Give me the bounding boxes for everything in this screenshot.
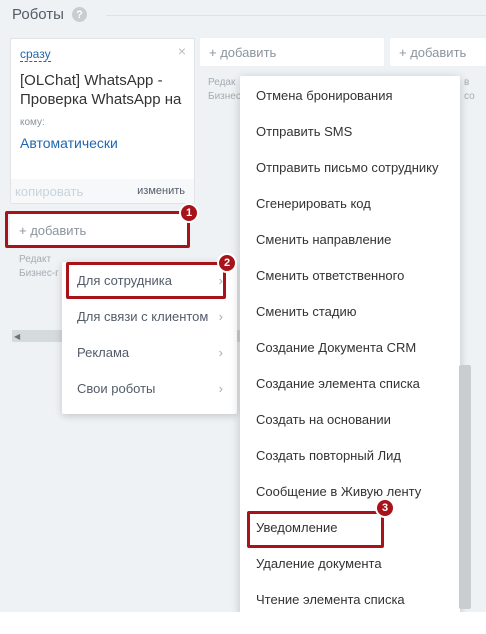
scroll-left-icon[interactable]: ◀ <box>14 332 20 341</box>
highlight-add-button <box>5 211 190 248</box>
stage-edit-label: Редакт <box>19 254 52 265</box>
stage-edit-label-3: в <box>464 77 470 88</box>
menu-item-label: Свои роботы <box>77 380 156 396</box>
menu-item-label: Для связи с клиентом <box>77 308 209 324</box>
menu-item-create-list-element[interactable]: Создание элемента списка <box>240 365 460 401</box>
robots-header: Роботы ? <box>12 6 87 23</box>
menu-item-send-sms[interactable]: Отправить SMS <box>240 113 460 149</box>
menu-item-send-email-employee[interactable]: Отправить письмо сотруднику <box>240 149 460 185</box>
menu-item-generate-code[interactable]: Сгенерировать код <box>240 185 460 221</box>
stage-process-label-2: Бизнес <box>208 91 241 102</box>
step-badge-2: 2 <box>217 253 237 273</box>
stage-process-label-3: со <box>464 91 475 102</box>
close-icon[interactable]: × <box>178 43 186 59</box>
add-robot-button-stage-3[interactable]: + добавить <box>390 38 486 66</box>
menu-item-create-based-on[interactable]: Создать на основании <box>240 401 460 437</box>
highlight-for-employee <box>66 262 226 299</box>
stage-edit-label-2: Редак <box>208 77 236 88</box>
menu-item-change-stage[interactable]: Сменить стадию <box>240 293 460 329</box>
copy-button[interactable]: копировать <box>15 184 83 199</box>
menu-item-delete-document[interactable]: Удаление документа <box>240 545 460 581</box>
chevron-right-icon: › <box>218 344 223 360</box>
edit-button[interactable]: изменить <box>137 185 185 197</box>
menu-scrollbar[interactable] <box>459 365 471 609</box>
highlight-notification <box>247 511 384 548</box>
chevron-right-icon: › <box>218 380 223 396</box>
trigger-condition-link[interactable]: сразу <box>20 48 51 62</box>
bottom-strip <box>0 612 486 634</box>
recipient-label: кому: <box>20 117 45 128</box>
robot-card[interactable]: сразу × [OLChat] WhatsApp - Проверка Wha… <box>10 38 195 204</box>
add-robot-button-stage-2[interactable]: + добавить <box>200 38 384 66</box>
menu-item-create-repeat-lead[interactable]: Создать повторный Лид <box>240 437 460 473</box>
help-icon[interactable]: ? <box>71 7 87 22</box>
step-badge-3: 3 <box>375 498 395 518</box>
robot-title: [OLChat] WhatsApp - Проверка WhatsApp на <box>20 72 182 108</box>
chevron-right-icon: › <box>218 308 223 324</box>
card-footer: копировать изменить <box>11 179 194 203</box>
menu-item-label: Реклама <box>77 344 130 360</box>
menu-item-create-crm-document[interactable]: Создание Документа CRM <box>240 329 460 365</box>
menu-item-change-responsible[interactable]: Сменить ответственного <box>240 257 460 293</box>
menu-item-change-direction[interactable]: Сменить направление <box>240 221 460 257</box>
menu-item-cancel-booking[interactable]: Отмена бронирования <box>240 77 460 113</box>
stage-process-label: Бизнес-г <box>19 268 59 279</box>
recipient-value-link[interactable]: Автоматически <box>20 135 118 151</box>
menu-item-client-communication[interactable]: Для связи с клиентом › <box>62 298 237 334</box>
step-badge-1: 1 <box>179 203 199 223</box>
header-divider <box>106 15 486 16</box>
menu-item-advertising[interactable]: Реклама › <box>62 334 237 370</box>
page-title: Роботы <box>12 6 64 23</box>
menu-item-livefeed-message[interactable]: Сообщение в Живую ленту <box>240 473 460 509</box>
menu-item-custom-robots[interactable]: Свои роботы › <box>62 370 237 406</box>
